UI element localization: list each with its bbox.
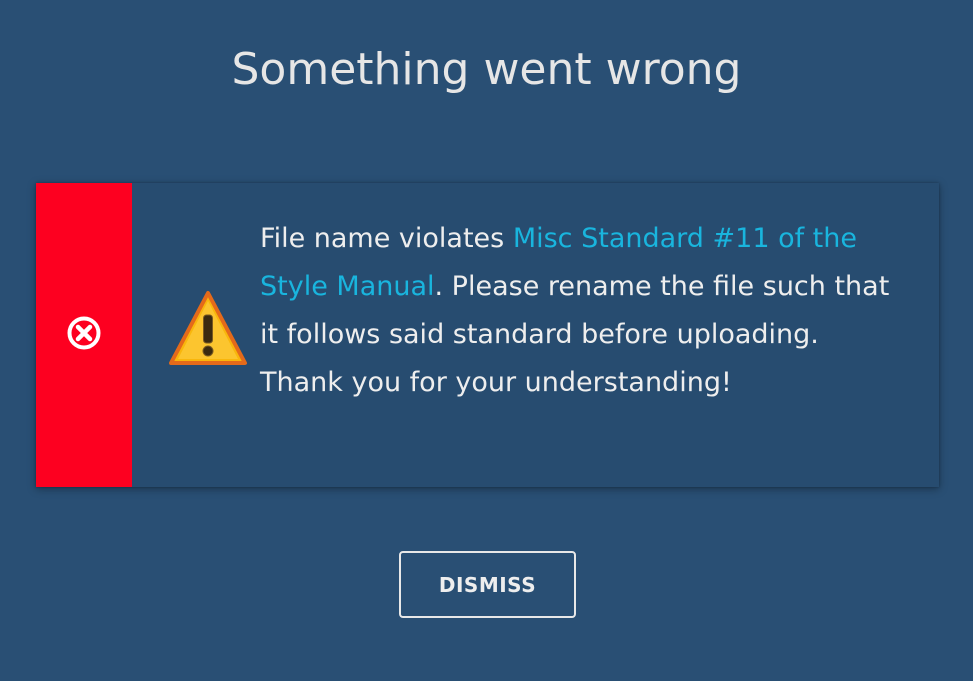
error-message: File name violates Misc Standard #11 of … [260, 215, 900, 407]
error-stripe [36, 183, 132, 487]
warning-triangle-icon [168, 289, 248, 367]
message-text: File name violates [260, 223, 513, 254]
card-body: File name violates Misc Standard #11 of … [132, 183, 939, 487]
error-circle-x-icon [65, 314, 103, 356]
dismiss-button[interactable]: DISMISS [399, 551, 576, 618]
error-card: File name violates Misc Standard #11 of … [36, 183, 939, 487]
page-title: Something went wrong [231, 44, 742, 95]
